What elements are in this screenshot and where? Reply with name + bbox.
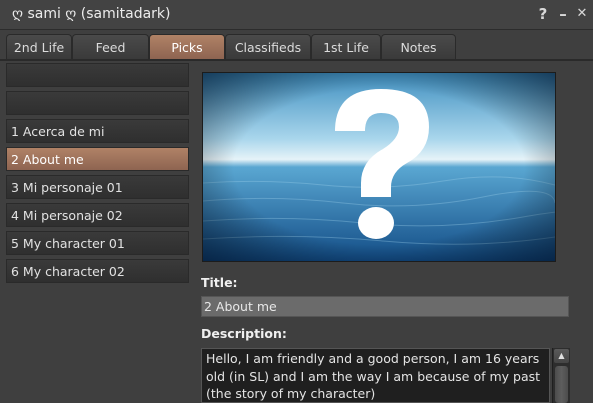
tab-notes[interactable]: Notes — [381, 34, 456, 59]
picks-list-blank-row — [6, 91, 189, 115]
description-label: Description: — [201, 326, 287, 341]
pick-item-1[interactable]: 1 Acerca de mi — [6, 119, 189, 143]
pick-image — [202, 72, 556, 262]
profile-tabs: 2nd Life Feed Picks Classifieds 1st Life… — [6, 34, 456, 59]
tab-2nd-life[interactable]: 2nd Life — [6, 34, 72, 59]
pick-title-field[interactable]: 2 About me — [201, 296, 569, 317]
pick-item-2[interactable]: 2 About me — [6, 147, 189, 171]
picks-list-blank-row — [6, 63, 189, 87]
scroll-up-icon[interactable]: ▲ — [554, 349, 569, 363]
tab-classifieds[interactable]: Classifieds — [225, 34, 311, 59]
pick-item-6[interactable]: 6 My character 02 — [6, 259, 189, 283]
pick-item-3[interactable]: 3 Mi personaje 01 — [6, 175, 189, 199]
pick-item-4[interactable]: 4 Mi personaje 02 — [6, 203, 189, 227]
title-bar: ღ sami ღ (samitadark) ? – ✕ — [0, 0, 593, 30]
scroll-thumb[interactable] — [555, 366, 568, 403]
description-scrollbar[interactable]: ▲ — [552, 348, 570, 403]
help-icon[interactable]: ? — [535, 4, 551, 24]
tab-feed[interactable]: Feed — [72, 34, 149, 59]
question-mark-icon — [203, 73, 555, 261]
window-title: ღ sami ღ (samitadark) — [12, 6, 171, 22]
pick-item-5[interactable]: 5 My character 01 — [6, 231, 189, 255]
tab-1st-life[interactable]: 1st Life — [311, 34, 381, 59]
picks-list: 1 Acerca de mi 2 About me 3 Mi personaje… — [6, 63, 189, 287]
minimize-icon[interactable]: – — [555, 4, 571, 24]
pick-description-textarea[interactable]: Hello, I am friendly and a good person, … — [201, 348, 550, 403]
close-icon[interactable]: ✕ — [574, 4, 590, 24]
title-label: Title: — [201, 275, 238, 290]
tab-divider — [0, 59, 593, 61]
tab-picks[interactable]: Picks — [149, 34, 225, 59]
